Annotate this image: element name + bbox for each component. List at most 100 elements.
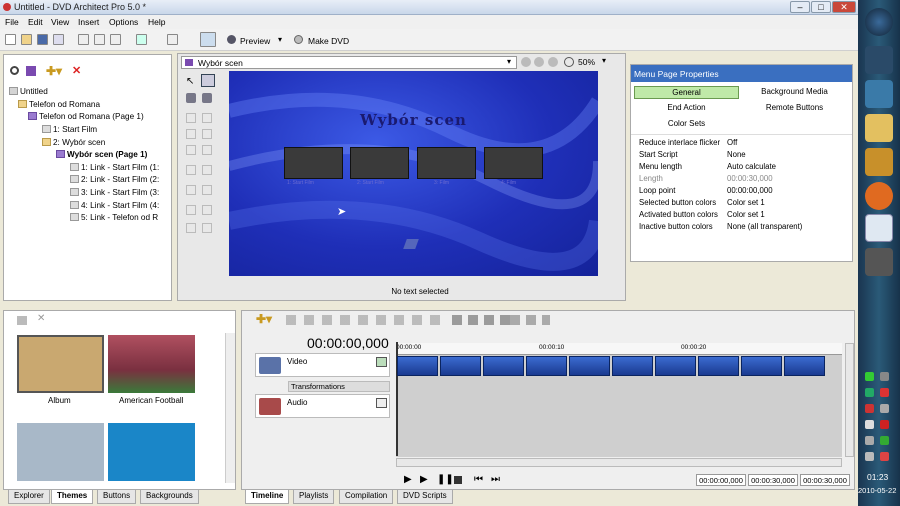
taskbar-icon-7[interactable] bbox=[865, 248, 893, 276]
align-left-icon[interactable] bbox=[186, 113, 196, 123]
themes-folder-icon[interactable] bbox=[17, 316, 27, 325]
undo-icon[interactable] bbox=[136, 34, 147, 45]
tray-icon-8[interactable] bbox=[880, 420, 889, 429]
tree-item-link-3[interactable]: 3: Link - Start Film (3: bbox=[70, 188, 159, 197]
tray-icon-12[interactable] bbox=[880, 452, 889, 461]
menu-title[interactable]: Wybór scen bbox=[229, 111, 598, 129]
video-clip-10[interactable] bbox=[784, 356, 825, 376]
video-clip-2[interactable] bbox=[440, 356, 481, 376]
prop-value-menu-length[interactable]: Auto calculate bbox=[727, 162, 776, 171]
tab-end-action[interactable]: End Action bbox=[634, 102, 739, 115]
taskbar-icon-2[interactable] bbox=[865, 80, 893, 108]
time-end[interactable]: 00:00:30,000 bbox=[800, 474, 850, 486]
theme-album[interactable] bbox=[17, 335, 104, 393]
go-start-icon[interactable]: ⏮ bbox=[474, 474, 483, 485]
taskbar-icon-folder[interactable] bbox=[865, 114, 893, 142]
go-end-icon[interactable]: ⏭ bbox=[491, 474, 500, 485]
arrange-v-icon[interactable] bbox=[202, 205, 212, 215]
space-h-icon[interactable] bbox=[186, 185, 196, 195]
menu-options[interactable]: Options bbox=[109, 17, 138, 27]
play-icon[interactable]: ▶ bbox=[404, 474, 412, 485]
prop-value-selected-colors[interactable]: Color set 1 bbox=[727, 198, 765, 207]
tab-themes[interactable]: Themes bbox=[51, 490, 94, 504]
start-button[interactable] bbox=[865, 8, 893, 36]
theme-tile-4[interactable] bbox=[108, 423, 195, 481]
zoom-dropdown-icon[interactable]: ▾ bbox=[602, 56, 606, 65]
tree-item-root[interactable]: Untitled bbox=[9, 87, 48, 96]
align-top-icon[interactable] bbox=[202, 113, 212, 123]
snap-icon[interactable] bbox=[200, 32, 216, 47]
themes-scrollbar[interactable] bbox=[225, 333, 235, 483]
tray-icon-4[interactable] bbox=[880, 388, 889, 397]
clock-date[interactable]: 2010-05-22 bbox=[858, 486, 896, 495]
tree-item-link-5[interactable]: 5: Link - Telefon od R bbox=[70, 213, 158, 222]
tree-item-link-4[interactable]: 4: Link - Start Film (4: bbox=[70, 201, 159, 210]
align-bottom-icon[interactable] bbox=[202, 145, 212, 155]
tray-icon-2[interactable] bbox=[880, 372, 889, 381]
size-height-icon[interactable] bbox=[202, 165, 212, 175]
menu-preview-stage[interactable]: Wybór scen 1: Start Film 2: Start Film 3… bbox=[229, 71, 598, 276]
theme-tile-3[interactable] bbox=[17, 423, 104, 481]
tree-item-scenes[interactable]: 2: Wybór scen bbox=[42, 138, 105, 147]
prop-value-inactive-colors[interactable]: None (all transparent) bbox=[727, 222, 802, 231]
cut-icon[interactable] bbox=[78, 34, 89, 45]
close-button[interactable]: ✕ bbox=[832, 1, 856, 13]
video-clip-9[interactable] bbox=[741, 356, 782, 376]
video-clip-8[interactable] bbox=[698, 356, 739, 376]
pause-icon[interactable]: ❚❚ bbox=[437, 474, 454, 485]
grid-b-icon[interactable] bbox=[202, 223, 212, 233]
volume-icon[interactable] bbox=[865, 420, 874, 429]
themes-delete-icon[interactable]: ✕ bbox=[37, 313, 45, 324]
tab-general[interactable]: General bbox=[634, 86, 739, 99]
open-icon[interactable] bbox=[21, 34, 32, 45]
tree-item-page[interactable]: Telefon od Romana (Page 1) bbox=[28, 112, 144, 121]
clock-time[interactable]: 01:23 bbox=[867, 472, 888, 482]
ruler[interactable]: 00:00:00 00:00:10 00:00:20 bbox=[396, 343, 842, 355]
paste-icon[interactable] bbox=[110, 34, 121, 45]
tree-item-scenes-page[interactable]: Wybór scen (Page 1) bbox=[56, 150, 147, 159]
target-icon[interactable] bbox=[10, 66, 19, 75]
redo-icon[interactable] bbox=[167, 34, 178, 45]
prop-value-start-script[interactable]: None bbox=[727, 150, 746, 159]
stop-icon[interactable] bbox=[454, 476, 462, 484]
menu-insert[interactable]: Insert bbox=[78, 17, 99, 27]
menu-file[interactable]: File bbox=[5, 17, 19, 27]
menu-edit[interactable]: Edit bbox=[28, 17, 43, 27]
tree-item-link-1[interactable]: 1: Link - Start Film (1: bbox=[70, 163, 159, 172]
timeline-tools2-icon[interactable] bbox=[452, 315, 512, 325]
video-clip-3[interactable] bbox=[483, 356, 524, 376]
tab-compilation[interactable]: Compilation bbox=[339, 490, 394, 504]
grid-tool-icon[interactable] bbox=[201, 74, 215, 87]
properties-icon[interactable] bbox=[53, 34, 64, 45]
prop-value-interlace[interactable]: Off bbox=[727, 138, 737, 147]
brush-tool-icon[interactable] bbox=[202, 93, 212, 103]
timeline-hscrollbar[interactable] bbox=[396, 458, 842, 467]
nav-up-icon[interactable] bbox=[521, 57, 531, 67]
track-transformations[interactable]: Transformations bbox=[288, 381, 390, 392]
make-dvd-button[interactable]: Make DVD bbox=[308, 36, 349, 46]
grid-a-icon[interactable] bbox=[186, 223, 196, 233]
prop-value-loop-point[interactable]: 00:00:00,000 bbox=[727, 186, 773, 195]
copy-icon[interactable] bbox=[94, 34, 105, 45]
page-icon[interactable] bbox=[26, 66, 36, 76]
scene-thumb-4[interactable] bbox=[484, 147, 543, 179]
tree-item-start-film[interactable]: 1: Start Film bbox=[42, 125, 97, 134]
taskbar-icon-4[interactable] bbox=[865, 148, 893, 176]
delete-icon[interactable]: ✕ bbox=[72, 64, 81, 77]
timeline-tools3-icon[interactable] bbox=[510, 315, 550, 325]
align-center-icon[interactable] bbox=[186, 129, 196, 139]
tab-timeline[interactable]: Timeline bbox=[245, 490, 290, 504]
tree-item-title[interactable]: Telefon od Romana bbox=[18, 100, 100, 109]
theme-american-football[interactable] bbox=[108, 335, 195, 393]
maximize-button[interactable]: □ bbox=[811, 1, 831, 13]
scene-thumb-2[interactable] bbox=[350, 147, 409, 179]
tab-background-media[interactable]: Background Media bbox=[741, 86, 848, 99]
timeline-tools-icon[interactable] bbox=[286, 315, 446, 325]
play-from-start-icon[interactable]: ▶ bbox=[420, 474, 428, 485]
zoom-level[interactable]: 50% bbox=[578, 57, 595, 67]
video-clip-7[interactable] bbox=[655, 356, 696, 376]
network-icon[interactable] bbox=[865, 452, 874, 461]
track-video[interactable]: Video bbox=[255, 353, 390, 377]
new-icon[interactable] bbox=[5, 34, 16, 45]
tab-remote-buttons[interactable]: Remote Buttons bbox=[741, 102, 848, 115]
